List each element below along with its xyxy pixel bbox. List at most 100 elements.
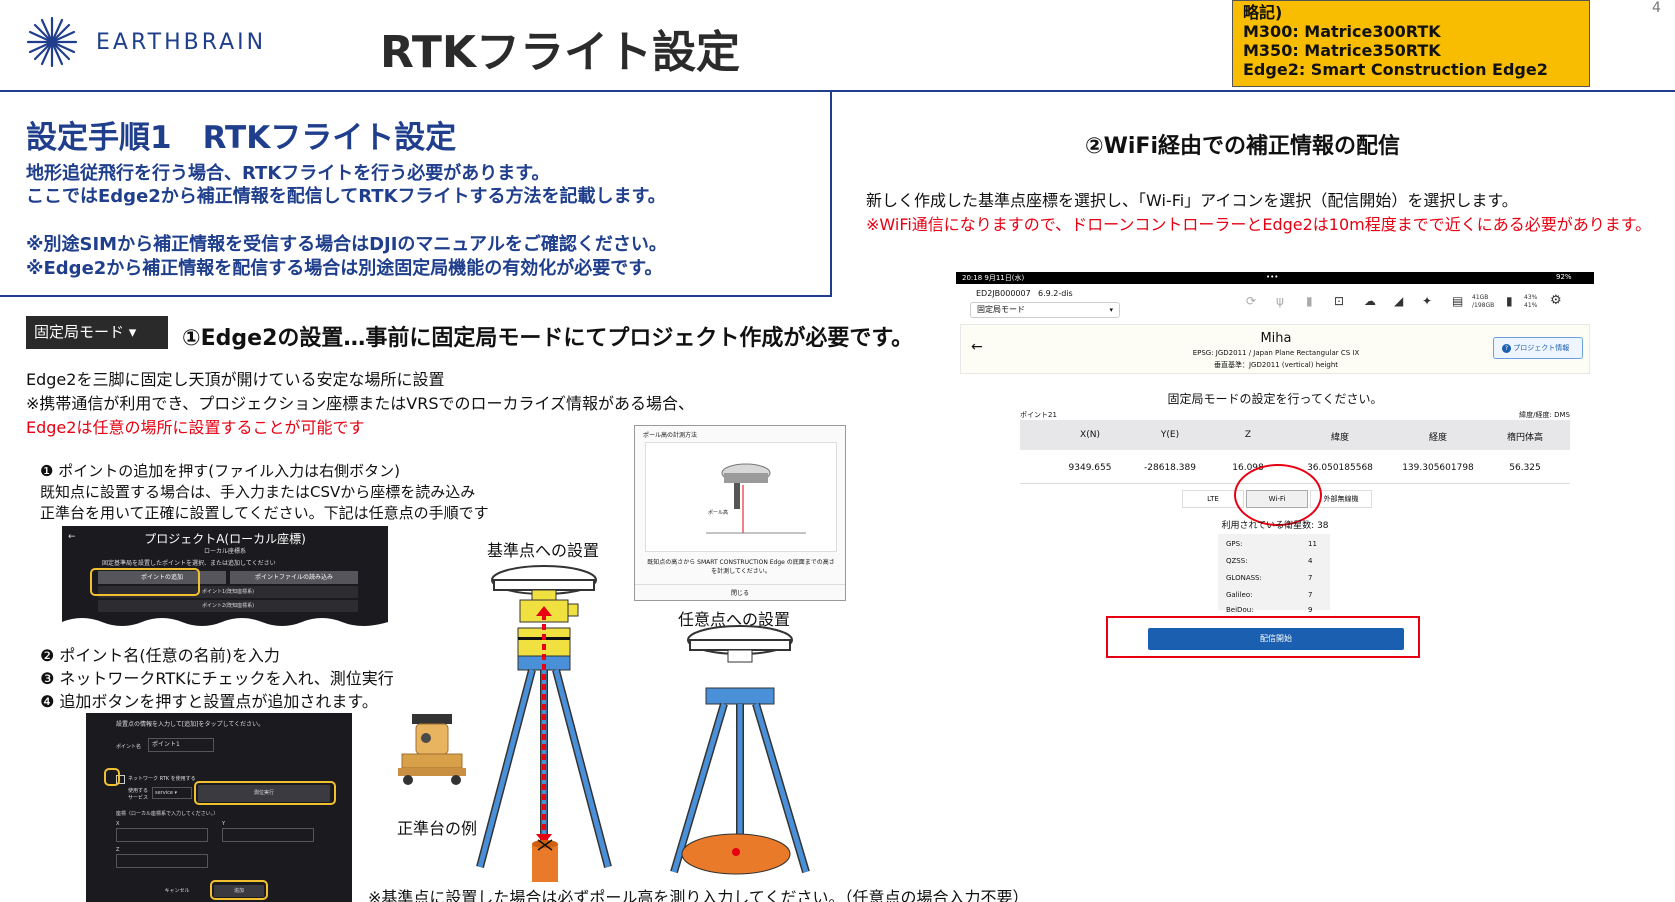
pole-label: ポール高 [708, 510, 729, 516]
step-line: ※別途SIMから補正情報を受信する場合はDJIのマニュアルをご確認ください。 [26, 234, 667, 255]
pole-height-dialog: ポール高の計測方法 ポール高 既知点の高さから SMART CONSTRUCTI… [634, 425, 846, 601]
table-header: Y(E) [1160, 430, 1180, 440]
latlon-format: 緯度/経度: DMS [1519, 411, 1570, 419]
table-header: 経度 [1428, 433, 1447, 443]
add-point-screenshot: 設置点の情報を入力して[追加]をタップしてください。 ポイント名 ポイント1 ネ… [86, 713, 352, 902]
satellite-icon[interactable]: ✦ [1422, 294, 1432, 308]
z-input[interactable] [116, 854, 208, 868]
table-cell: -28618.389 [1144, 463, 1196, 473]
project-subtitle: ローカル座標系 [203, 548, 246, 555]
nrtk-label: ネットワーク RTK を使用する [128, 776, 196, 782]
y-input[interactable] [222, 828, 314, 842]
sync-icon[interactable]: ⟳ [1246, 294, 1256, 308]
download-icon[interactable]: ⊡ [1334, 294, 1344, 308]
instruction: 正準台を用いて正確に設置してください。下記は任意点の手順です [40, 504, 489, 522]
highlight-box [90, 568, 200, 596]
section2-line: 新しく作成した基準点座標を選択し、「Wi-Fi」アイコンを選択（配信開始）を選択… [866, 191, 1518, 210]
point-row[interactable]: ポイント2(既知座標系) [98, 600, 358, 612]
satellite-list: GPS: 11 QZSS: 4 GLONASS: 7 Galileo: 7 Be… [1218, 534, 1330, 614]
earthbrain-logo-icon [26, 16, 78, 68]
status-time: 20:18 9月11日(水) [962, 274, 1025, 282]
sat-name: GLONASS: [1226, 574, 1262, 582]
table-cell: 9349.655 [1068, 463, 1112, 473]
legend-line: Edge2: Smart Construction Edge2 [1243, 60, 1548, 79]
legend-line: 略記) [1243, 3, 1283, 22]
page-title: RTKフライト設定 [380, 27, 741, 78]
storage-icon[interactable]: ▤ [1452, 294, 1463, 308]
y-label: Y [222, 821, 226, 827]
sd-card-icon[interactable]: ▮ [1306, 294, 1313, 308]
step-line: ※Edge2から補正情報を配信する場合は別途固定局機能の有効化が必要です。 [26, 258, 663, 279]
page-number: 4 [1652, 0, 1661, 16]
sat-name: Galileo: [1226, 591, 1253, 599]
sat-name: QZSS: [1226, 557, 1248, 565]
project-screenshot: ← プロジェクトA(ローカル座標) ローカル座標系 固定基準局を設置したポイント… [62, 526, 388, 630]
chevron-down-icon: ▾ [1109, 306, 1113, 314]
storage-text: 41GB /198GB [1472, 294, 1495, 309]
sat-count: 11 [1308, 540, 1317, 548]
project-info-button[interactable]: ? プロジェクト情報 [1493, 337, 1583, 359]
battery-status: 92% [1556, 273, 1572, 281]
service-label: 使用する サービス [128, 788, 149, 801]
table-cell: 56.325 [1509, 463, 1541, 473]
section1-title: ①Edge2の設置…事前に固定局モードにてプロジェクト作成が必要です。 [182, 326, 914, 351]
instruction: ❶ ポイントの追加を押す(ファイル入力は右側ボタン) [40, 462, 400, 480]
instruction: ❹ 追加ボタンを押すと設置点が追加されます。 [40, 692, 378, 711]
toolbar: ⟳ ψ ▮ ⊡ ☁ ◢ ✦ ▤ 41GB /198GB ▮ 43% 41% ⚙ [1246, 293, 1586, 314]
load-file-button[interactable]: ポイントファイルの読み込み [230, 571, 358, 584]
instruction: ❷ ポイント名(任意の名前)を入力 [40, 646, 280, 665]
status-dots: ••• [1266, 273, 1279, 281]
mode-select[interactable]: 固定局モード ▾ [970, 302, 1120, 318]
close-button[interactable]: 閉じる [635, 584, 845, 597]
signal-icon[interactable]: ◢ [1394, 294, 1403, 308]
mode-badge: 固定局モード ▾ [26, 316, 168, 349]
cancel-button[interactable]: キャンセル [152, 885, 202, 897]
table-header: X(N) [1080, 430, 1100, 440]
z-label: Z [116, 847, 120, 853]
coord-label: 座標（ローカル座標系で入力してください。） [116, 811, 219, 817]
device-id: ED2JB000007 [976, 289, 1031, 298]
table-header: 緯度 [1330, 433, 1349, 443]
torn-edge [62, 618, 388, 630]
satellite-count: 利用されている衛星数: 38 [1221, 521, 1329, 531]
cloud-icon[interactable]: ☁ [1364, 294, 1376, 308]
point-name: ポイント21 [1020, 411, 1057, 419]
sat-count: 7 [1308, 591, 1313, 599]
sat-name: BeiDou: [1226, 606, 1254, 614]
battery-percent: 43% 41% [1524, 294, 1538, 309]
highlight-box [194, 781, 336, 805]
instruction: ❸ ネットワークRTKにチェックを入れ、測位実行 [40, 669, 394, 688]
x-input[interactable] [116, 828, 208, 842]
pole-description: 既知点の高さから SMART CONSTRUCTION Edge の底面までの高… [647, 559, 835, 575]
step-line: ここではEdge2から補正情報を配信してRTKフライトする方法を記載します。 [26, 186, 666, 207]
reference-point-label: 基準点への設置 [487, 541, 600, 560]
form-prompt: 設置点の情報を入力して[追加]をタップしてください。 [116, 721, 265, 728]
start-distribution-button[interactable]: 配信開始 [1148, 628, 1404, 650]
mode-select-value: 固定局モード [977, 305, 1025, 314]
logo: EARTHBRAIN [24, 14, 284, 70]
sat-count: 9 [1308, 606, 1313, 614]
battery-icon: ▮ [1506, 294, 1513, 308]
service-select[interactable]: service ▾ [152, 787, 192, 799]
status-bar: 20:18 9月11日(水) ••• 92% [956, 272, 1594, 284]
x-label: X [116, 821, 120, 827]
reference-tripod-illustration [476, 565, 612, 882]
gear-icon[interactable]: ⚙ [1550, 293, 1562, 308]
usb-icon[interactable]: ψ [1276, 294, 1284, 308]
install-line: Edge2を三脚に固定し天頂が開けている安定な場所に設置 [26, 370, 445, 389]
start-button-highlight: 配信開始 [1106, 616, 1420, 658]
arbitrary-tripod-illustration [670, 625, 810, 875]
sat-count: 4 [1308, 557, 1313, 565]
abbreviation-legend: 略記) M300: Matrice300RTK M350: Matrice350… [1232, 0, 1590, 87]
receiver-diagram-icon [706, 463, 806, 534]
project-info-label: プロジェクト情報 [1513, 344, 1570, 352]
setup-prompt: 固定局モードの設定を行ってください。 [1167, 392, 1383, 406]
coordinate-table-header: X(N) Y(E) Z 緯度 経度 楕円体高 [1020, 420, 1570, 450]
select-prompt: 固定基準局を設置したポイントを選択、または追加してください [102, 560, 276, 567]
instruction: 既知点に設置する場合は、手入力またはCSVから座標を読み込み [40, 483, 476, 501]
legend-line: M350: Matrice350RTK [1243, 41, 1441, 60]
wifi-highlight-circle [1234, 464, 1322, 526]
name-label: ポイント名 [116, 744, 142, 750]
step-title: 設定手順1 RTKフライト設定 [26, 120, 457, 156]
point-name-input[interactable]: ポイント1 [148, 738, 214, 752]
